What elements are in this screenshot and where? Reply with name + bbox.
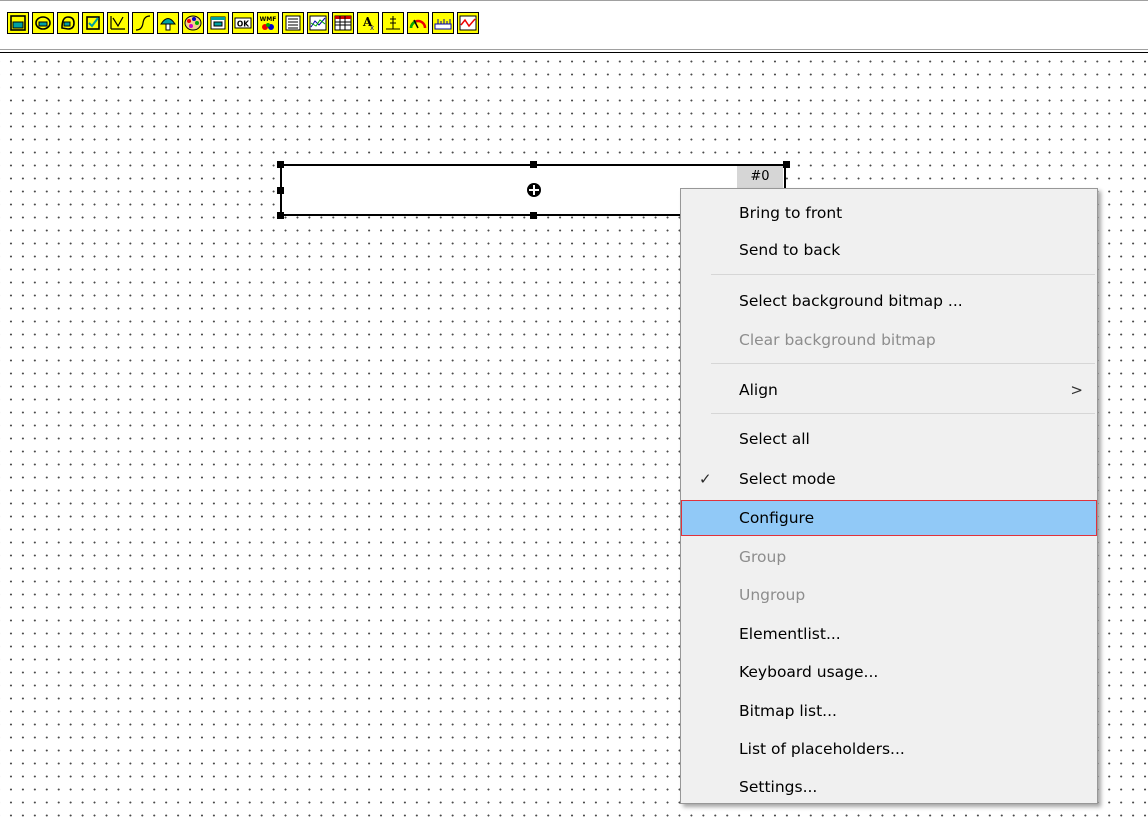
menu-item-select-mode[interactable]: ✓ Select mode [681,461,1097,497]
menu-item-label: List of placeholders... [739,740,905,758]
menu-item-bitmap-list[interactable]: Bitmap list... [681,693,1097,729]
menu-item-elementlist[interactable]: Elementlist... [681,616,1097,652]
menu-item-align[interactable]: Align > [681,372,1097,408]
menu-item-settings[interactable]: Settings... [681,769,1097,805]
menu-item-ungroup: Ungroup [681,577,1097,613]
resize-handle-top-right[interactable] [783,161,790,168]
menu-item-label: Group [739,548,787,566]
menu-separator [711,413,1095,414]
palette-icon[interactable] [182,12,204,34]
menu-item-label: Align [739,381,778,399]
table-icon[interactable] [332,12,354,34]
resize-handle-bottom-left[interactable] [277,212,284,219]
resize-handle-left[interactable] [277,187,284,194]
menu-item-label: Keyboard usage... [739,663,879,681]
menu-item-label: Select background bitmap ... [739,292,963,310]
graph-icon[interactable] [457,12,479,34]
wmf-icon[interactable]: WMF [257,12,279,34]
element-id-badge: #0 [737,166,783,188]
gauge-icon[interactable] [407,12,429,34]
line-chart-icon[interactable] [107,12,129,34]
menu-item-label: Bitmap list... [739,702,837,720]
menu-item-configure[interactable]: Configure [681,500,1097,536]
menu-item-label: Ungroup [739,586,806,604]
svg-text:x: x [370,24,374,32]
text-icon[interactable]: Ax [357,12,379,34]
wmf-icon-label: WMF [260,16,277,23]
menu-item-send-to-back[interactable]: Send to back [681,232,1097,268]
menu-item-label: Clear background bitmap [739,331,936,349]
checkmark-icon: ✓ [699,470,712,488]
menu-item-keyboard-usage[interactable]: Keyboard usage... [681,654,1097,690]
ruler-icon[interactable] [432,12,454,34]
menu-item-label: Elementlist... [739,625,841,643]
toolbar: OK WMF Ax [0,0,1148,51]
curve-icon[interactable] [132,12,154,34]
level-icon[interactable] [382,12,404,34]
resize-handle-top[interactable] [530,161,537,168]
menu-item-select-all[interactable]: Select all [681,421,1097,457]
resize-handle-top-left[interactable] [277,161,284,168]
shape-button-icon[interactable] [57,12,79,34]
menu-item-list-of-placeholders[interactable]: List of placeholders... [681,731,1097,767]
menu-item-select-background-bitmap[interactable]: Select background bitmap ... [681,283,1097,319]
mushroom-icon[interactable] [157,12,179,34]
menu-item-label: Settings... [739,778,818,796]
frame-icon[interactable] [7,12,29,34]
ok-button-icon[interactable]: OK [232,12,254,34]
ellipse-button-icon[interactable] [32,12,54,34]
menu-item-bring-to-front[interactable]: Bring to front [681,195,1097,231]
submenu-chevron-icon: > [1070,381,1083,399]
ok-icon-label: OK [237,20,250,29]
toolbar-divider [0,49,1148,50]
menu-separator [711,363,1095,364]
trend-chart-icon[interactable] [307,12,329,34]
menu-item-clear-background-bitmap: Clear background bitmap [681,322,1097,358]
list-icon[interactable] [282,12,304,34]
resize-handle-bottom[interactable] [530,212,537,219]
menu-item-label: Bring to front [739,204,843,222]
window-icon[interactable] [207,12,229,34]
context-menu: Bring to front Send to back Select backg… [680,188,1098,804]
menu-separator [711,274,1095,275]
menu-item-group: Group [681,539,1097,575]
menu-item-label: Select all [739,430,810,448]
checkbox-icon[interactable] [82,12,104,34]
menu-item-label: Configure [739,509,815,527]
move-handle-icon[interactable] [527,183,541,197]
menu-item-label: Send to back [739,241,841,259]
menu-item-label: Select mode [739,470,836,488]
